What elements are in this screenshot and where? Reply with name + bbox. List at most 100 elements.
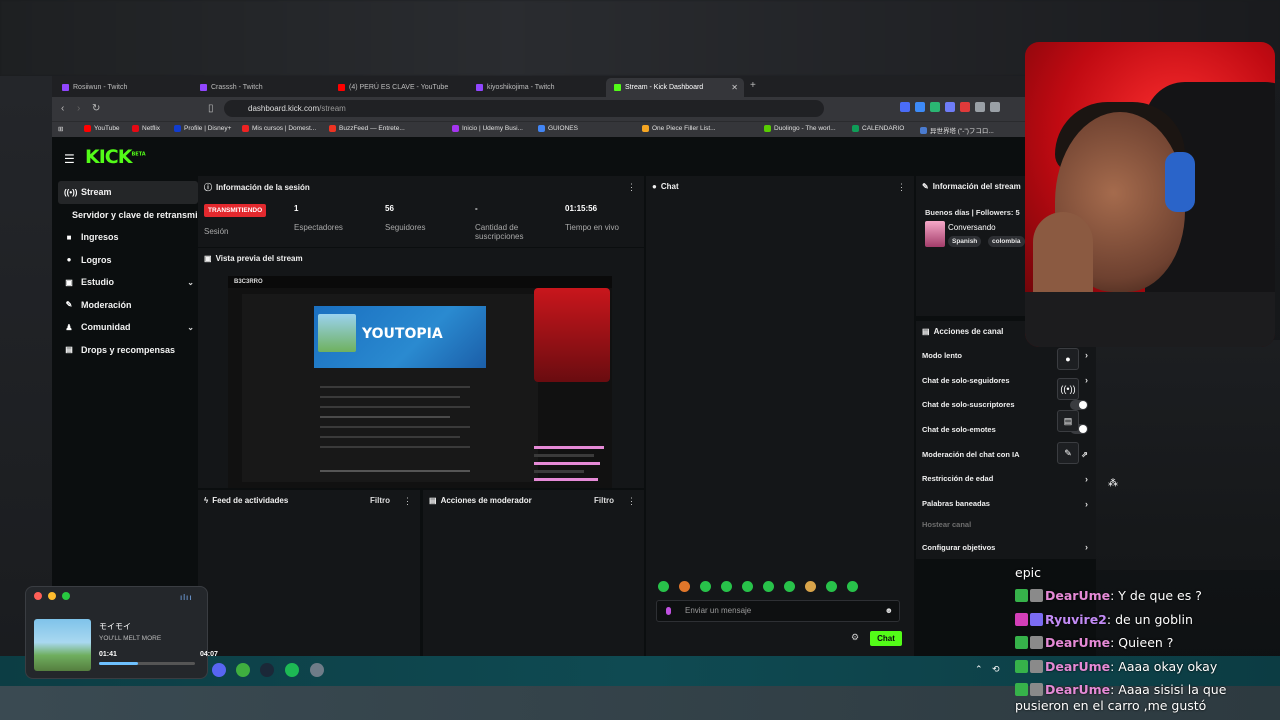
emote-icon[interactable] <box>763 581 774 592</box>
close-button[interactable] <box>34 592 42 600</box>
emoji-icon[interactable]: ☻ <box>885 601 893 621</box>
extension-icon[interactable] <box>975 102 985 112</box>
browser-tab[interactable]: kiyoshikojima - Twitch <box>468 78 604 97</box>
browser-tab[interactable]: (4) PERÚ ES CLAVE - YouTube <box>330 78 466 97</box>
filter-button[interactable]: Filtro <box>370 496 390 505</box>
bookmark-item[interactable]: BuzzFeed — Entrete... <box>329 125 405 132</box>
sidebar-item-drops[interactable]: ▤ Drops y recompensas <box>58 339 198 362</box>
sidebar-item-moderacion[interactable]: ✎ Moderación <box>58 294 198 317</box>
apps-icon[interactable]: ⊞ <box>58 125 63 133</box>
bookmark-label: Duolingo - The worl... <box>774 125 836 132</box>
browser-tab-active[interactable]: Stream - Kick Dashboard ✕ <box>606 78 744 97</box>
quick-wrench-button[interactable]: ✎ <box>1057 442 1079 464</box>
stream-preview[interactable]: B3C3RRO YOUTOPIA <box>228 276 612 488</box>
emote-icon[interactable] <box>805 581 816 592</box>
emote-icon[interactable] <box>847 581 858 592</box>
quick-chat-button[interactable]: ● <box>1057 348 1079 370</box>
bookmark-item[interactable]: Profile | Disney+ <box>174 125 231 132</box>
sidebar-item-ingresos[interactable]: ■ Ingresos <box>58 226 198 249</box>
bookmark-item[interactable]: Duolingo - The worl... <box>764 125 836 132</box>
kick-logo[interactable]: KICKBETA <box>85 146 146 168</box>
emote-icon[interactable] <box>784 581 795 592</box>
chat-send-button[interactable]: Chat <box>870 631 902 646</box>
reload-icon[interactable]: ↻ <box>92 103 100 114</box>
bookmark-icon[interactable]: ▯ <box>208 103 214 114</box>
extension-icon[interactable] <box>915 102 925 112</box>
beta-label: BETA <box>131 151 146 158</box>
sidebar-item-logros[interactable]: ● Logros <box>58 249 198 272</box>
bookmark-item[interactable]: Netflix <box>132 125 160 132</box>
bookmark-item[interactable]: Inicio | Udemy Busi... <box>452 125 523 132</box>
new-tab-button[interactable]: + <box>750 80 756 91</box>
steam-icon[interactable] <box>260 663 274 677</box>
extension-icon[interactable] <box>900 102 910 112</box>
url-path: /stream <box>319 104 346 113</box>
action-banned-words[interactable]: Palabras baneadas › <box>922 491 1088 516</box>
bookmark-item[interactable]: One Piece Filler List... <box>642 125 716 132</box>
sidebar-item-estudio[interactable]: ▣ Estudio ⌄ <box>58 271 198 294</box>
extension-icon[interactable] <box>930 102 940 112</box>
quick-list-button[interactable]: ▤ <box>1057 410 1079 432</box>
toggle-switch[interactable] <box>1070 399 1088 410</box>
person-shirt <box>1025 292 1275 347</box>
bookmark-item[interactable]: Mis cursos | Domest... <box>242 125 316 132</box>
tag-badge[interactable]: colombia <box>988 236 1025 247</box>
maximize-button[interactable] <box>62 592 70 600</box>
more-icon[interactable]: ⋮ <box>627 496 636 507</box>
action-age-restriction[interactable]: Restricción de edad › <box>922 467 1088 492</box>
album-art <box>34 619 91 671</box>
panel-title: Vista previa del stream <box>215 254 303 263</box>
more-icon[interactable]: ⋮ <box>403 496 412 507</box>
message-text: Aaaa okay okay <box>1118 659 1218 674</box>
tag-badge[interactable]: Spanish <box>948 236 982 247</box>
sidebar-item-stream[interactable]: ((•)) Stream <box>58 181 198 204</box>
extension-icon[interactable] <box>990 102 1000 112</box>
more-icon[interactable]: ⋮ <box>627 182 636 193</box>
emote-icon[interactable] <box>826 581 837 592</box>
dashboard-header: ☰ KICKBETA <box>52 137 1096 177</box>
progress-bar[interactable] <box>99 662 195 665</box>
url-field[interactable]: dashboard.kick.com/stream <box>224 100 824 117</box>
forward-icon[interactable]: › <box>77 103 80 114</box>
netflix-icon <box>132 125 139 132</box>
sidebar-item-stream-key[interactable]: Servidor y clave de retransmisión <box>58 204 216 227</box>
preview-row <box>320 470 470 472</box>
action-goals[interactable]: Configurar objetivos › <box>922 535 1088 560</box>
extension-icon[interactable] <box>960 102 970 112</box>
close-icon[interactable]: ✕ <box>731 83 738 92</box>
tab-bar: Rosiiwun - Twitch Crasssh - Twitch (4) P… <box>52 76 1096 97</box>
gear-icon[interactable]: ⚙ <box>851 632 859 643</box>
emote-icon[interactable] <box>742 581 753 592</box>
emote-icon[interactable] <box>658 581 669 592</box>
emote-icon[interactable] <box>700 581 711 592</box>
microphone-icon[interactable] <box>666 607 671 615</box>
extension-icon[interactable] <box>945 102 955 112</box>
emote-icon[interactable] <box>721 581 732 592</box>
sidebar-item-comunidad[interactable]: ♟ Comunidad ⌄ <box>58 316 198 339</box>
more-icon[interactable]: ⋮ <box>897 182 906 193</box>
preview-title: YOUTOPIA <box>362 326 443 342</box>
settings-icon[interactable] <box>310 663 324 677</box>
discord-icon[interactable] <box>212 663 226 677</box>
chat-username: Ryuvire2 <box>1045 612 1107 627</box>
network-icon[interactable]: ⟲ <box>992 664 1000 675</box>
app-icon[interactable] <box>236 663 250 677</box>
browser-tab[interactable]: Crasssh - Twitch <box>192 78 328 97</box>
menu-icon[interactable]: ☰ <box>64 152 75 166</box>
filter-button[interactable]: Filtro <box>594 496 614 505</box>
share-icon[interactable]: ⁂ <box>1108 478 1118 489</box>
bookmark-item[interactable]: 异世界塔 ("-")フコロ... <box>920 125 994 135</box>
action-label: Chat de solo-emotes <box>922 424 996 434</box>
minimize-button[interactable] <box>48 592 56 600</box>
back-icon[interactable]: ‹ <box>61 103 64 114</box>
spotify-icon[interactable] <box>285 663 299 677</box>
chat-input[interactable]: Enviar un mensaje ☻ <box>656 600 900 622</box>
emote-icon[interactable] <box>679 581 690 592</box>
chevron-up-icon[interactable]: ⌃ <box>975 664 983 675</box>
buzzfeed-icon <box>329 125 336 132</box>
bookmark-item[interactable]: GUIONES <box>538 125 578 132</box>
bookmark-item[interactable]: YouTube <box>84 125 120 132</box>
bookmark-item[interactable]: CALENDARIO <box>852 125 904 132</box>
quick-broadcast-button[interactable]: ((•)) <box>1057 378 1079 400</box>
browser-tab[interactable]: Rosiiwun - Twitch <box>54 78 190 97</box>
